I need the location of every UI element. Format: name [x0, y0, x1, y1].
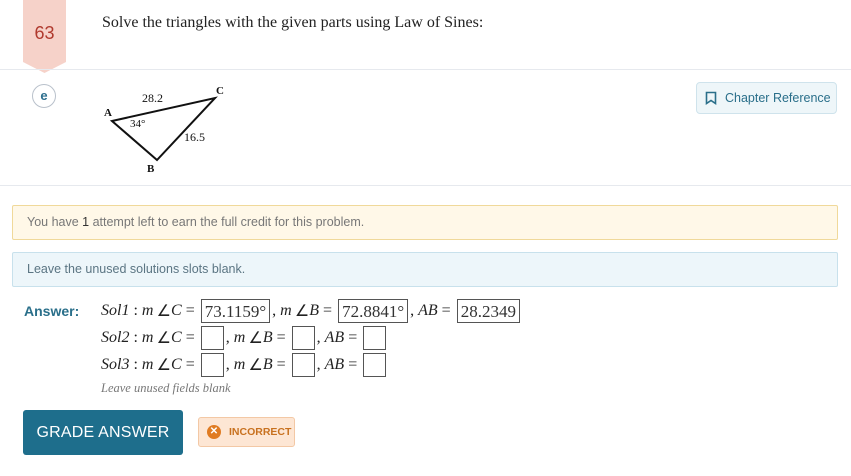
vertex-a-label: A: [104, 107, 112, 119]
sol-label: Sol2: [101, 329, 130, 346]
part-label[interactable]: e: [32, 84, 56, 108]
vertex-c-label: C: [216, 85, 224, 97]
angle-a-label: 34°: [130, 118, 145, 130]
triangle-shape: [109, 96, 218, 162]
solution-row-2: Sol2 : m ∠ C = , m ∠ B = , AB =: [101, 325, 388, 351]
problem-title: Solve the triangles with the given parts…: [102, 14, 484, 31]
angle-b-input[interactable]: [291, 326, 315, 350]
grade-answer-button[interactable]: GRADE ANSWER: [23, 410, 183, 455]
side-ab-input[interactable]: [363, 326, 387, 350]
angle-b-input[interactable]: 72.8841°: [338, 299, 409, 323]
side-bc-label: 16.5: [184, 130, 205, 144]
content-divider: [0, 185, 851, 186]
solution-row-3: Sol3 : m ∠ C = , m ∠ B = , AB =: [101, 352, 388, 378]
side-ac-label: 28.2: [142, 91, 163, 105]
problem-number-badge: 63: [23, 0, 66, 73]
unused-fields-hint: Leave unused fields blank: [101, 381, 231, 395]
angle-b-input[interactable]: [291, 353, 315, 377]
sol-label: Sol3: [101, 356, 130, 373]
answer-label: Answer:: [24, 303, 80, 319]
bookmark-icon: [705, 91, 717, 105]
angle-c-input[interactable]: 73.1159°: [200, 299, 271, 323]
notice-suffix: attempt left to earn the full credit for…: [89, 215, 365, 229]
angle-c-input[interactable]: [200, 326, 224, 350]
angle-c-input[interactable]: [200, 353, 224, 377]
status-badge: ✕ INCORRECT: [198, 417, 295, 447]
solution-row-1: Sol1 : m ∠ C = 73.1159°, m ∠ B = 72.8841°,…: [101, 298, 522, 324]
status-label: INCORRECT: [229, 426, 292, 438]
sol-label: Sol1: [101, 302, 130, 319]
attempts-notice: You have 1 attempt left to earn the full…: [12, 205, 838, 240]
chapter-reference-label: Chapter Reference: [725, 91, 831, 105]
x-circle-icon: ✕: [207, 425, 221, 439]
side-ab-input[interactable]: 28.2349: [456, 299, 520, 323]
problem-number: 63: [34, 23, 55, 43]
chapter-reference-button[interactable]: Chapter Reference: [696, 82, 837, 114]
side-ab-input[interactable]: [363, 353, 387, 377]
notice-prefix: You have: [27, 215, 83, 229]
triangle-figure: A C B 28.2 16.5 34°: [104, 85, 224, 175]
vertex-b-label: B: [147, 163, 155, 175]
info-notice: Leave the unused solutions slots blank.: [12, 252, 838, 287]
header-divider: [0, 69, 851, 70]
